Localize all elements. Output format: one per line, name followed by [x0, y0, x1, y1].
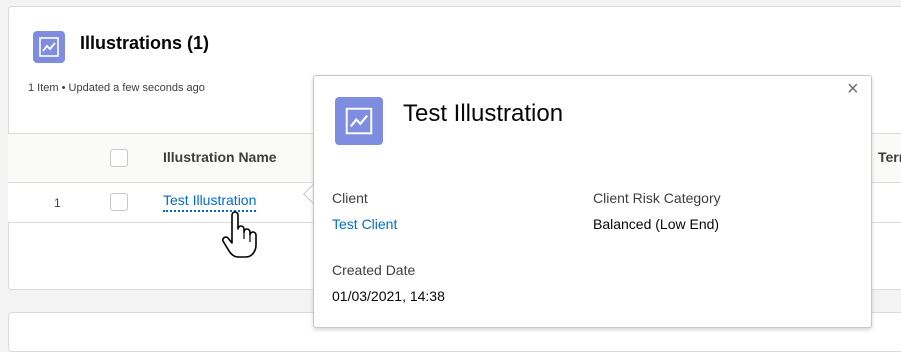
close-icon[interactable]: ×	[847, 78, 859, 101]
select-all-checkbox[interactable]	[110, 149, 128, 167]
client-label: Client	[332, 190, 368, 206]
row-checkbox[interactable]	[110, 193, 128, 211]
illustrations-chart-icon	[33, 31, 65, 63]
illustration-name-link[interactable]: Test Illustration	[163, 192, 257, 212]
column-header-term[interactable]: Term	[878, 149, 901, 165]
client-link[interactable]: Test Client	[332, 216, 397, 232]
row-number: 1	[54, 196, 61, 210]
column-header-illustration-name[interactable]: Illustration Name	[163, 149, 277, 165]
client-risk-category-value: Balanced (Low End)	[593, 216, 720, 232]
created-date-label: Created Date	[332, 262, 416, 278]
list-title[interactable]: Illustrations (1)	[80, 33, 209, 54]
created-date-value: 01/03/2021, 14:38	[332, 288, 445, 304]
record-hover-popover: Test Illustration × Client Test Client C…	[313, 75, 872, 328]
hand-pointer-icon	[222, 211, 262, 266]
list-subtitle: 1 Item • Updated a few seconds ago	[28, 82, 205, 94]
popover-title[interactable]: Test Illustration	[403, 100, 563, 128]
popover-chart-icon	[335, 97, 383, 145]
client-risk-category-label: Client Risk Category	[593, 190, 721, 206]
